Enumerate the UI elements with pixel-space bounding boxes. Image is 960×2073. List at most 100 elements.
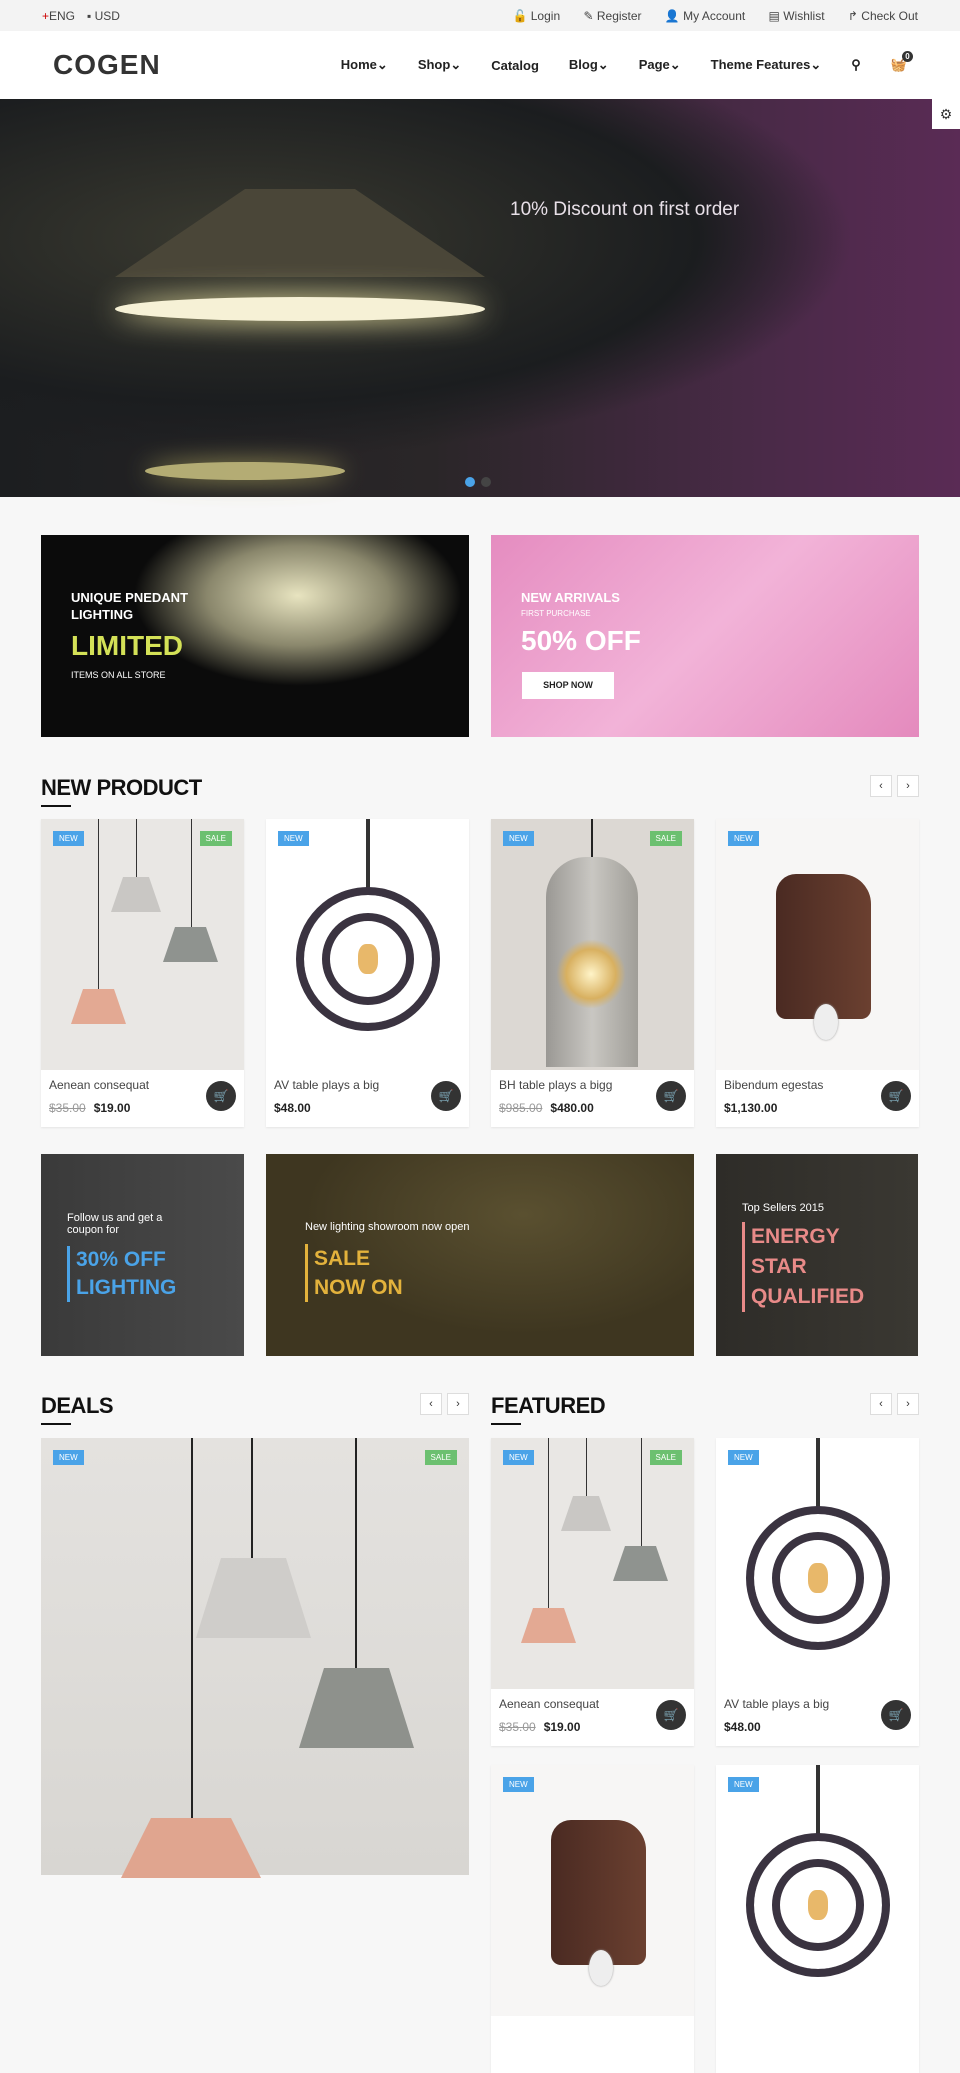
slide-dot[interactable]: [465, 477, 475, 487]
logo[interactable]: COGEN: [53, 49, 161, 81]
nav-catalog[interactable]: Catalog: [491, 58, 539, 73]
add-to-cart-button[interactable]: 🛒: [881, 1700, 911, 1730]
promo-text: New lighting showroom now open: [305, 1221, 470, 1233]
promo-headline: 30% OFF LIGHTING: [67, 1246, 176, 1302]
add-to-cart-button[interactable]: 🛒: [431, 1081, 461, 1111]
section-title-deals: DEALS: [41, 1393, 114, 1425]
new-badge: NEW: [728, 1777, 759, 1792]
new-badge: NEW: [503, 1777, 534, 1792]
cart-icon[interactable]: 🧺 0: [891, 51, 913, 73]
search-icon[interactable]: ⚲: [851, 57, 861, 73]
section-title-featured: FEATURED: [491, 1393, 606, 1425]
cart-icon: 🛒: [663, 1089, 679, 1103]
prev-arrow[interactable]: ‹: [420, 1393, 442, 1415]
new-badge: NEW: [503, 1450, 534, 1465]
nav-page[interactable]: Page⌄: [639, 57, 681, 73]
prev-arrow[interactable]: ‹: [870, 1393, 892, 1415]
product-card[interactable]: NEW AV table plays a big $48.00 🛒: [716, 1438, 919, 1746]
pendant-lamp-image: [299, 1668, 414, 1748]
cart-count: 0: [902, 51, 913, 62]
product-card[interactable]: NEW SALE BH table plays a bigg $985.00 $480.…: [491, 819, 694, 1127]
promo-banner-energy-star[interactable]: Top Sellers 2015 ENERGY STAR QUALIFIED: [716, 1154, 918, 1356]
banner-headline: LIMITED: [71, 630, 183, 661]
pendant-lamp-image: [251, 1438, 253, 1563]
product-image[interactable]: NEW SALE: [491, 1438, 694, 1689]
hero-slider[interactable]: 10% Discount on first order ⚙: [0, 99, 960, 497]
promo-banner-coupon[interactable]: Follow us and get a coupon for 30% OFF LI…: [41, 1154, 244, 1356]
banner-headline: 50% OFF: [521, 625, 641, 656]
promo-banner-sale[interactable]: New lighting showroom now open SALE NOW O…: [266, 1154, 694, 1356]
prev-arrow[interactable]: ‹: [870, 775, 892, 797]
sale-badge: SALE: [199, 831, 232, 846]
cart-icon: 🛒: [663, 1708, 679, 1722]
product-image[interactable]: NEW: [716, 1438, 919, 1689]
settings-panel-toggle-icon[interactable]: ⚙: [932, 99, 960, 129]
current-price: $480.00: [550, 1101, 594, 1115]
add-to-cart-button[interactable]: 🛒: [656, 1700, 686, 1730]
old-price: $985.00: [499, 1101, 543, 1115]
hero-text: 10% Discount on first order: [510, 199, 740, 220]
shop-now-button[interactable]: SHOP NOW: [522, 672, 614, 699]
current-price: $19.00: [93, 1101, 131, 1115]
product-image[interactable]: NEW SALE: [491, 819, 694, 1070]
next-arrow[interactable]: ›: [897, 1393, 919, 1415]
my-account-link[interactable]: 👤 My Account: [665, 9, 745, 23]
promo-headline: ENERGY STAR QUALIFIED: [742, 1222, 864, 1312]
product-name[interactable]: BH table plays a bigg: [499, 1078, 612, 1092]
product-card[interactable]: NEW AV table plays a big $48.00 🛒: [266, 819, 469, 1127]
lamp-glow: [115, 297, 485, 321]
promo-headline: SALE NOW ON: [305, 1244, 403, 1302]
pendant-lamp-image: [355, 1438, 357, 1673]
product-image[interactable]: NEW: [716, 1765, 919, 2016]
current-price: $1,130.00: [724, 1101, 778, 1115]
language-selector[interactable]: +ENG: [42, 9, 75, 23]
deal-card[interactable]: NEW SALE: [41, 1438, 469, 1878]
add-to-cart-button[interactable]: 🛒: [656, 1081, 686, 1111]
nav-home[interactable]: Home⌄: [341, 57, 388, 73]
nav-theme-features[interactable]: Theme Features⌄: [711, 57, 822, 73]
sale-badge: SALE: [649, 831, 682, 846]
pendant-lamp-image: [196, 1558, 311, 1638]
product-name[interactable]: AV table plays a big: [274, 1078, 379, 1092]
product-name[interactable]: Aenean consequat: [499, 1697, 599, 1711]
nav-shop[interactable]: Shop⌄: [418, 57, 461, 73]
current-price: $48.00: [274, 1101, 311, 1115]
currency-selector[interactable]: ▪ USD: [87, 9, 120, 23]
nav-blog[interactable]: Blog⌄: [569, 57, 609, 73]
old-price: $35.00: [49, 1101, 86, 1115]
wishlist-link[interactable]: ▤ Wishlist: [769, 9, 825, 23]
banner-text: FIRST PURCHASE: [521, 609, 591, 618]
product-price: $48.00: [274, 1101, 311, 1115]
product-image[interactable]: NEW: [266, 819, 469, 1070]
product-card[interactable]: NEW SALE Aenean consequat $35.00 $19.00 🛒: [491, 1438, 694, 1746]
product-card[interactable]: NEW: [716, 1765, 919, 2073]
add-to-cart-button[interactable]: 🛒: [206, 1081, 236, 1111]
login-link[interactable]: 🔓 Login: [512, 9, 560, 23]
product-price: $985.00 $480.00: [499, 1101, 594, 1115]
new-badge: NEW: [53, 1450, 84, 1465]
slide-dot[interactable]: [481, 477, 491, 487]
product-image[interactable]: NEW: [491, 1765, 694, 2016]
register-link[interactable]: ✎ Register: [583, 9, 641, 23]
sale-badge: SALE: [424, 1450, 457, 1465]
product-card[interactable]: NEW Bibendum egestas $1,130.00 🛒: [716, 819, 919, 1127]
new-badge: NEW: [53, 831, 84, 846]
cart-icon: 🛒: [438, 1089, 454, 1103]
old-price: $35.00: [499, 1720, 536, 1734]
header: COGEN Home⌄ Shop⌄ Catalog Blog⌄ Page⌄ Th…: [0, 31, 960, 99]
new-badge: NEW: [278, 831, 309, 846]
product-name[interactable]: AV table plays a big: [724, 1697, 829, 1711]
product-name[interactable]: Aenean consequat: [49, 1078, 149, 1092]
product-card[interactable]: NEW SALE Aenean consequat $35.00 $19.00 🛒: [41, 819, 244, 1127]
banner-limited[interactable]: UNIQUE PNEDANT LIGHTING LIMITED ITEMS ON…: [41, 535, 469, 737]
product-name[interactable]: Bibendum egestas: [724, 1078, 823, 1092]
product-image[interactable]: NEW: [716, 819, 919, 1070]
next-arrow[interactable]: ›: [447, 1393, 469, 1415]
banner-new-arrivals[interactable]: NEW ARRIVALS FIRST PURCHASE 50% OFF SHOP…: [491, 535, 919, 737]
next-arrow[interactable]: ›: [897, 775, 919, 797]
checkout-link[interactable]: ↱ Check Out: [848, 9, 918, 23]
product-card[interactable]: NEW: [491, 1765, 694, 2073]
product-image[interactable]: NEW SALE: [41, 819, 244, 1070]
add-to-cart-button[interactable]: 🛒: [881, 1081, 911, 1111]
new-badge: NEW: [728, 831, 759, 846]
